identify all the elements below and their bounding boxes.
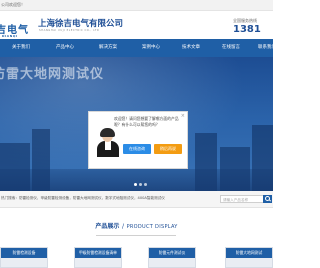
nav-item-about[interactable]: 关于我们 [0, 39, 42, 57]
hotline: 全国服务热线 1381 [233, 15, 273, 37]
hot-keywords[interactable]: 热门搜索：防雷检测仪，甲级防雷检测设备，防雷大地网测试仪，数字式地阻测试仪，40… [1, 196, 165, 201]
product-label: 防雷检测设备 [1, 248, 47, 258]
section-divider [96, 235, 176, 236]
welcome-text: 公司欢迎您！ [1, 2, 25, 7]
logo-subtext: DIANQI [2, 34, 18, 38]
nav-item-cases[interactable]: 案例中心 [130, 39, 172, 57]
chat-now-button[interactable]: 在线咨询 [123, 144, 151, 154]
product-label: 防雷大地网测试 [226, 248, 272, 258]
search-placeholder: 请输入产品名称 [223, 197, 249, 202]
top-bar: 公司欢迎您！ [0, 0, 273, 11]
company-english-name: SHANGHAI XUJI ELECTRIC CO., LTD [39, 29, 100, 32]
product-card[interactable]: 甲级防雷检测设备清单 [74, 247, 122, 268]
agent-avatar [97, 128, 119, 157]
main-nav: 关于我们 产品中心 解决方案 案例中心 技术文章 在线留言 联系我们 [0, 39, 276, 57]
section-separator: / [121, 223, 124, 230]
chat-greeting: 欢迎您！请问您想要了解哪方面的产品呢？有什么可以帮您的吗？ [114, 116, 179, 127]
section-subtitle: PRODUCT DISPLAY [126, 224, 178, 230]
banner-ground [0, 169, 273, 191]
nav-item-products[interactable]: 产品中心 [44, 39, 86, 57]
nav-item-contact[interactable]: 联系我们 [246, 39, 288, 57]
product-label: 防雷元件测试仪 [149, 248, 195, 258]
nav-item-solutions[interactable]: 解决方案 [87, 39, 129, 57]
company-name: 上海徐吉电气有限公司 [38, 19, 124, 29]
hotline-phone[interactable]: 1381 [233, 24, 261, 35]
carousel-dot[interactable] [134, 183, 137, 186]
carousel-dot[interactable] [144, 183, 147, 186]
chat-popup: × 欢迎您！请问您想要了解哪方面的产品呢？有什么可以帮您的吗？ 在线咨询 稍后再… [88, 111, 188, 169]
section-title: 产品展示 [95, 223, 120, 230]
site-header: 吉电气 DIANQI 上海徐吉电气有限公司 SHANGHAI XUJI ELEC… [0, 11, 273, 39]
avatar-shirt [105, 141, 111, 150]
product-list: 防雷检测设备 甲级防雷检测设备清单 防雷元件测试仪 防雷大地网测试 [0, 247, 273, 268]
chat-later-button[interactable]: 稍后再说 [154, 144, 182, 154]
product-card[interactable]: 防雷大地网测试 [225, 247, 273, 268]
keywords-bar: 热门搜索：防雷检测仪，甲级防雷检测设备，防雷大地网测试仪，数字式地阻测试仪，40… [0, 191, 273, 208]
product-label: 甲级防雷检测设备清单 [75, 248, 121, 258]
product-card[interactable]: 防雷元件测试仪 [148, 247, 196, 268]
carousel-dot[interactable] [139, 183, 142, 186]
product-card[interactable]: 防雷检测设备 [0, 247, 48, 268]
chat-actions: 在线咨询 稍后再说 [123, 144, 183, 155]
search-input[interactable]: 请输入产品名称 [220, 195, 264, 203]
section-heading: 产品展示 / PRODUCT DISPLAY [0, 221, 273, 233]
avatar-hair [100, 128, 115, 137]
banner-headline: 防雷大地网测试仪 [0, 67, 105, 82]
search-icon[interactable] [263, 195, 272, 203]
nav-item-articles[interactable]: 技术文章 [170, 39, 212, 57]
